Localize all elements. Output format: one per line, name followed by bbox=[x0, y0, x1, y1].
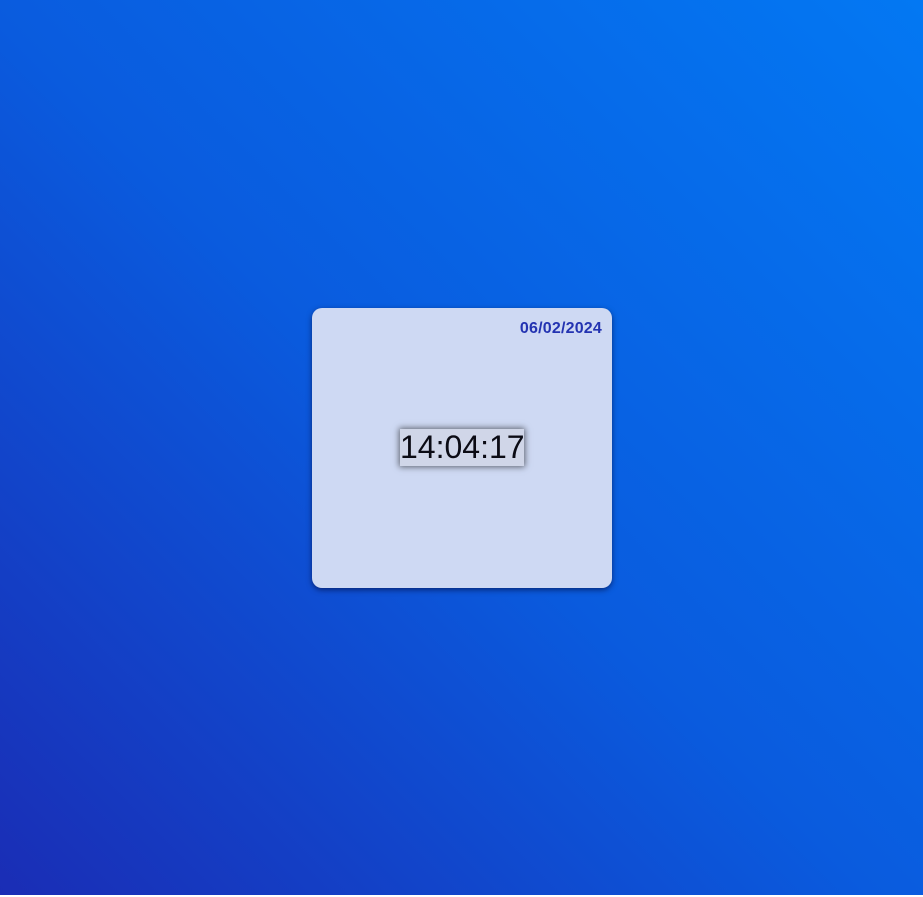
clock-card: 06/02/2024 14:04:17 bbox=[312, 308, 612, 588]
time-display: 14:04:17 bbox=[400, 429, 525, 466]
date-label: 06/02/2024 bbox=[519, 320, 602, 337]
page-background: 06/02/2024 14:04:17 bbox=[0, 0, 923, 895]
